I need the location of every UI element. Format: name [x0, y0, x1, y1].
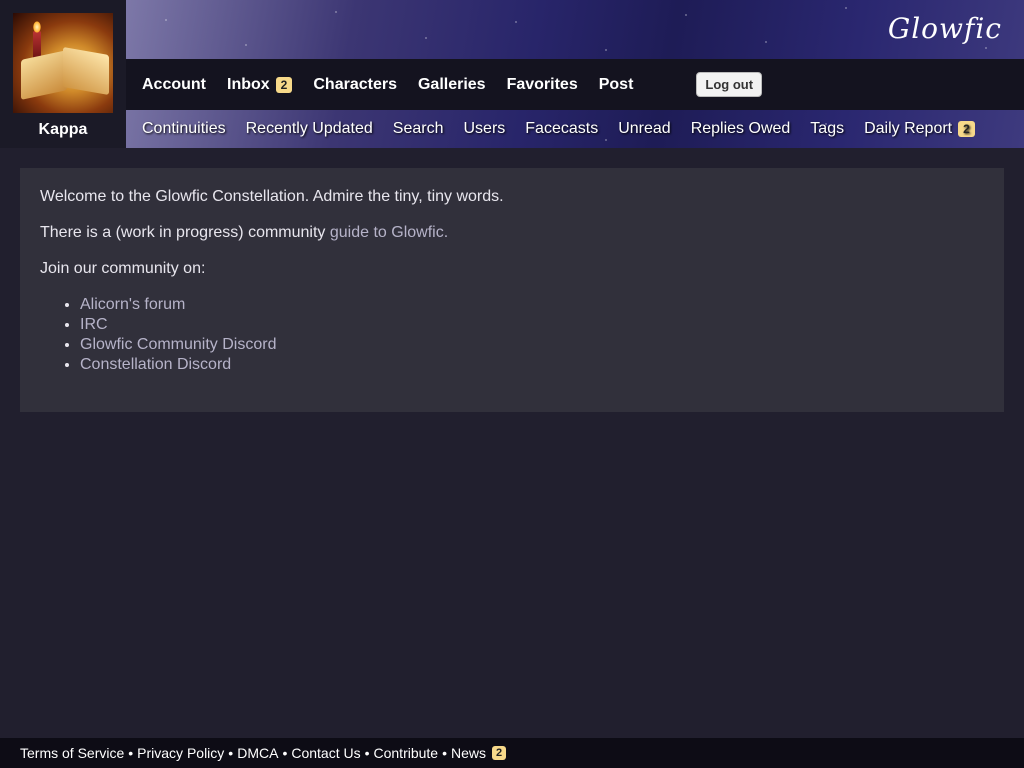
- username[interactable]: Kappa: [0, 121, 126, 139]
- guide-paragraph: There is a (work in progress) community …: [40, 224, 984, 242]
- nav-replies-owed[interactable]: Replies Owed: [691, 120, 791, 138]
- nav-daily-report[interactable]: Daily Report 2: [864, 120, 975, 138]
- nav-characters[interactable]: Characters: [313, 76, 397, 94]
- nav-galleries[interactable]: Galleries: [418, 76, 486, 94]
- news-count-badge: 2: [492, 746, 507, 760]
- nav-users[interactable]: Users: [464, 120, 506, 138]
- footer-separator: •: [364, 745, 370, 761]
- nav-facecasts[interactable]: Facecasts: [525, 120, 598, 138]
- community-links-list: Alicorn's forum IRC Glowfic Community Di…: [80, 296, 984, 374]
- avatar[interactable]: [13, 13, 113, 113]
- list-item: IRC: [80, 316, 984, 334]
- news-link[interactable]: News: [451, 745, 486, 761]
- constellation-discord-link[interactable]: Constellation Discord: [80, 356, 231, 373]
- list-item: Alicorn's forum: [80, 296, 984, 314]
- primary-nav: Account Inbox 2 Characters Galleries Fav…: [126, 59, 1024, 110]
- alicorns-forum-link[interactable]: Alicorn's forum: [80, 296, 185, 313]
- site-logo[interactable]: Glowfic: [888, 12, 1002, 45]
- footer-separator: •: [228, 745, 234, 761]
- secondary-nav: Continuities Recently Updated Search Use…: [126, 110, 1024, 148]
- flame-graphic: [33, 21, 41, 33]
- terms-link[interactable]: Terms of Service: [20, 745, 124, 761]
- nav-unread[interactable]: Unread: [618, 120, 670, 138]
- nav-daily-report-label: Daily Report: [864, 120, 953, 137]
- list-item: Glowfic Community Discord: [80, 336, 984, 354]
- site-footer: Terms of Service • Privacy Policy • DMCA…: [0, 738, 1024, 768]
- footer-separator: •: [442, 745, 447, 761]
- nav-search[interactable]: Search: [393, 120, 444, 138]
- contribute-link[interactable]: Contribute: [374, 745, 439, 761]
- dmca-link[interactable]: DMCA: [237, 745, 278, 761]
- inbox-count-badge: 2: [275, 76, 293, 93]
- nav-continuities[interactable]: Continuities: [142, 120, 226, 138]
- book-page-left: [21, 50, 67, 100]
- logout-button[interactable]: Log out: [696, 72, 763, 97]
- join-text: Join our community on:: [40, 260, 206, 277]
- footer-separator: •: [128, 745, 134, 761]
- nav-tags[interactable]: Tags: [810, 120, 844, 138]
- main-content: Welcome to the Glowfic Constellation. Ad…: [20, 168, 1004, 412]
- welcome-text: Welcome to the Glowfic Constellation. Ad…: [40, 188, 504, 205]
- user-panel: Kappa: [0, 0, 126, 148]
- nav-account[interactable]: Account: [142, 76, 206, 94]
- glowfic-community-discord-link[interactable]: Glowfic Community Discord: [80, 336, 276, 353]
- nav-inbox[interactable]: Inbox 2: [227, 75, 293, 94]
- contact-link[interactable]: Contact Us: [291, 745, 360, 761]
- nav-post[interactable]: Post: [599, 76, 634, 94]
- privacy-link[interactable]: Privacy Policy: [137, 745, 224, 761]
- list-item: Constellation Discord: [80, 356, 984, 374]
- irc-link[interactable]: IRC: [80, 316, 108, 333]
- site-header: Kappa Glowfic Account Inbox 2 Characters…: [0, 0, 1024, 148]
- daily-report-count-badge: 2: [958, 121, 975, 137]
- footer-separator: •: [282, 745, 288, 761]
- book-page-right: [63, 46, 109, 96]
- guide-link[interactable]: guide to Glowfic.: [330, 224, 448, 241]
- nav-inbox-label: Inbox: [227, 75, 270, 93]
- guide-prefix-text: There is a (work in progress) community: [40, 224, 330, 241]
- nav-recently-updated[interactable]: Recently Updated: [246, 120, 373, 138]
- nav-favorites[interactable]: Favorites: [507, 76, 578, 94]
